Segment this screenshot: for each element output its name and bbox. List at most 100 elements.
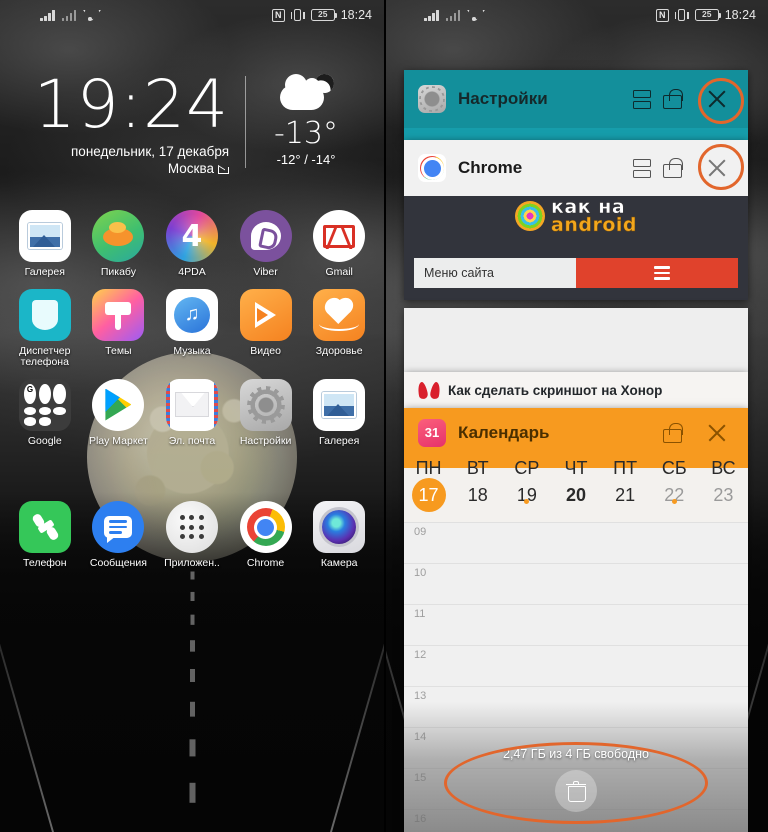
recent-card-header: 31 Календарь: [404, 408, 748, 458]
app-google-folder[interactable]: G Google: [8, 378, 82, 448]
clock-time: 19:24: [33, 66, 229, 143]
unlocked-icon[interactable]: [663, 158, 683, 178]
calendar-day-20[interactable]: 20: [551, 485, 600, 506]
app-themes[interactable]: Темы: [82, 288, 156, 369]
hour-label: 13: [414, 690, 427, 702]
close-icon[interactable]: [706, 157, 728, 179]
app-label: Галерея: [319, 434, 360, 447]
app-play-market[interactable]: Play Маркет: [82, 378, 156, 448]
day-number: 17: [411, 478, 446, 512]
weekday: ЧТ: [564, 458, 588, 478]
dock-camera[interactable]: Камера: [302, 501, 376, 570]
unlocked-icon[interactable]: [663, 423, 683, 443]
recents-stack: как наandroid Настройки Chrome: [384, 0, 768, 832]
gallery-icon: [18, 210, 71, 262]
settings-gear-icon: [418, 85, 446, 113]
app-label: Телефон: [23, 557, 67, 569]
app-email[interactable]: Эл. почта: [155, 378, 229, 448]
app-label: Темы: [105, 344, 132, 357]
app-pikabu[interactable]: Пикабу: [82, 210, 156, 279]
app-label: Эл. почта: [168, 434, 216, 447]
clock-block[interactable]: 19:24 понедельник, 17 декабря Москва: [22, 72, 245, 176]
hour-label: 11: [414, 608, 426, 620]
app-video[interactable]: Видео: [229, 288, 303, 369]
calendar-day-22[interactable]: 22: [650, 485, 699, 506]
unlocked-icon[interactable]: [663, 89, 683, 109]
email-icon: [165, 378, 218, 431]
split-screen-icon[interactable]: [633, 89, 651, 109]
weather-temp: -13°: [274, 116, 338, 151]
dock: Телефон Сообщения Приложен.. Chrome Каме…: [0, 501, 384, 570]
app-row-1: Галерея Пикабу 4 4PDA Viber Gmail: [0, 210, 384, 279]
dock-phone[interactable]: Телефон: [8, 501, 82, 570]
recent-card-title: Chrome: [458, 158, 523, 177]
status-bar: N 25 18:24: [384, 0, 768, 30]
site-logo: как на android: [404, 196, 748, 235]
app-health[interactable]: Здоровье: [302, 288, 376, 369]
app-label: Галерея: [24, 266, 65, 278]
app-gallery[interactable]: Галерея: [8, 210, 82, 279]
app-gallery-2[interactable]: Галерея: [302, 378, 376, 448]
status-bar-clock: 18:24: [340, 8, 372, 22]
app-settings[interactable]: Настройки: [229, 378, 303, 448]
article-title: Как сделать скриншот на Хонор: [448, 382, 663, 398]
phone-icon: [18, 501, 71, 553]
app-grid: Галерея Пикабу 4 4PDA Viber Gmail Диспет…: [0, 210, 384, 570]
hour-label: 16: [414, 813, 427, 825]
app-label: Музыка: [173, 344, 211, 357]
camera-icon: [313, 501, 366, 553]
clock-weather-widget[interactable]: 19:24 понедельник, 17 декабря Москва -13…: [0, 30, 384, 176]
battery-indicator: 25: [694, 9, 722, 21]
hour-row: 12: [404, 645, 748, 686]
dock-app-drawer[interactable]: Приложен..: [155, 501, 229, 570]
app-viber[interactable]: Viber: [229, 210, 303, 279]
recent-card-title: Календарь: [458, 423, 550, 442]
recent-card-header: Chrome: [404, 140, 748, 196]
app-phone-manager[interactable]: Диспетчер телефона: [8, 288, 82, 369]
wifi-icon: [83, 10, 97, 21]
app-label: Google: [27, 434, 62, 447]
chrome-icon: [239, 501, 292, 553]
signal-bars-icon: [424, 9, 439, 21]
hamburger-menu-icon[interactable]: [576, 258, 738, 288]
app-drawer-icon: [165, 501, 218, 553]
split-screen-icon[interactable]: [633, 158, 651, 178]
hour-label: 14: [414, 731, 427, 743]
calendar-day-23[interactable]: 23: [699, 485, 748, 506]
chrome-icon: [418, 154, 446, 182]
app-gmail[interactable]: Gmail: [302, 210, 376, 279]
nfc-icon: N: [271, 8, 285, 22]
article-strip[interactable]: Как сделать скриншот на Хонор: [404, 372, 748, 408]
health-icon: [313, 288, 366, 341]
wifi-icon: [467, 10, 481, 21]
hour-label: 12: [414, 649, 427, 661]
calendar-day-19[interactable]: 19: [502, 485, 551, 506]
battery-indicator: 25: [310, 9, 338, 21]
close-icon[interactable]: [706, 88, 728, 110]
recent-card-chrome[interactable]: Chrome как на android Меню сайта: [404, 140, 748, 300]
close-icon[interactable]: [706, 422, 728, 444]
clear-all-button[interactable]: [555, 770, 597, 812]
recent-card-settings[interactable]: Настройки: [404, 70, 748, 142]
status-bar-right: N 25 18:24: [271, 8, 372, 22]
recent-card-blank[interactable]: [404, 308, 748, 372]
dock-messages[interactable]: Сообщения: [82, 501, 156, 570]
calendar-day-18[interactable]: 18: [453, 485, 502, 506]
calendar-day-21[interactable]: 21: [601, 485, 650, 506]
city-label: Москва: [167, 161, 214, 176]
recent-card-preview: как на android Меню сайта: [404, 196, 748, 300]
weather-range: -12° / -14°: [276, 152, 336, 167]
fourpda-icon: 4: [165, 210, 218, 262]
settings-gear-icon: [239, 378, 292, 431]
day-number: 21: [615, 484, 636, 505]
app-4pda[interactable]: 4 4PDA: [155, 210, 229, 279]
app-music[interactable]: ♫ Музыка: [155, 288, 229, 369]
viber-icon: [239, 210, 292, 262]
dock-chrome[interactable]: Chrome: [229, 501, 303, 570]
site-menu-bar[interactable]: Меню сайта: [414, 258, 738, 288]
home-icon: [218, 165, 229, 174]
weather-block[interactable]: -13° -12° / -14°: [246, 70, 366, 167]
hour-row: 09: [404, 522, 748, 563]
cloud-glyph: [280, 74, 324, 110]
calendar-day-17[interactable]: 17: [404, 478, 453, 512]
